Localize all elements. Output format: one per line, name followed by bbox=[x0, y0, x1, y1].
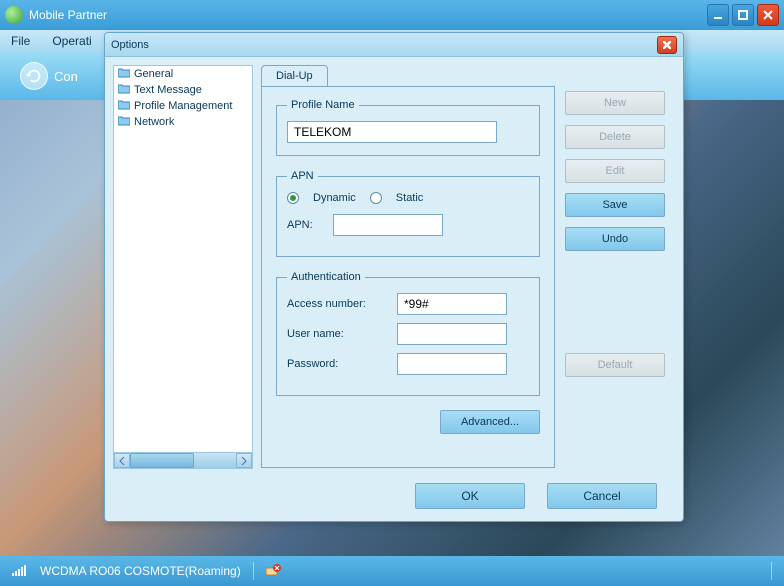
options-dialog: Options General Text Message Profile Man… bbox=[104, 32, 684, 522]
dialog-titlebar: Options bbox=[105, 33, 683, 57]
access-number-input[interactable]: *99# bbox=[397, 293, 507, 315]
username-label: User name: bbox=[287, 328, 387, 340]
status-separator bbox=[253, 562, 254, 580]
statusbar: WCDMA RO06 COSMOTE(Roaming) bbox=[0, 556, 784, 586]
profile-name-input[interactable]: TELEKOM bbox=[287, 121, 497, 143]
apn-label: APN: bbox=[287, 219, 323, 231]
dialup-form: Profile Name TELEKOM APN Dynamic Static bbox=[261, 86, 555, 468]
auth-legend: Authentication bbox=[287, 271, 365, 283]
delete-button[interactable]: Delete bbox=[565, 125, 665, 149]
new-button[interactable]: New bbox=[565, 91, 665, 115]
main-titlebar: Mobile Partner bbox=[0, 0, 784, 30]
apn-static-radio[interactable] bbox=[370, 192, 382, 204]
folder-icon bbox=[118, 84, 130, 97]
fieldset-apn: APN Dynamic Static APN: bbox=[276, 170, 540, 257]
side-buttons: New Delete Edit Save Undo Default bbox=[565, 65, 675, 469]
tab-dialup[interactable]: Dial-Up bbox=[261, 65, 328, 86]
scroll-right-button[interactable] bbox=[236, 453, 252, 468]
fieldset-profile-name: Profile Name TELEKOM bbox=[276, 99, 540, 156]
edit-button[interactable]: Edit bbox=[565, 159, 665, 183]
signal-icon bbox=[12, 564, 28, 579]
access-number-label: Access number: bbox=[287, 298, 387, 310]
ok-button[interactable]: OK bbox=[415, 483, 525, 509]
main-window: Mobile Partner File Operati Con WCDMA RO… bbox=[0, 0, 784, 586]
apn-input[interactable] bbox=[333, 214, 443, 236]
tree-item-text-message[interactable]: Text Message bbox=[114, 82, 252, 98]
dialog-close-button[interactable] bbox=[657, 36, 677, 54]
undo-button[interactable]: Undo bbox=[565, 227, 665, 251]
password-label: Password: bbox=[287, 358, 387, 370]
toolbar-connect-label: Con bbox=[54, 69, 78, 84]
status-separator-2 bbox=[771, 562, 772, 580]
disconnect-icon bbox=[266, 564, 282, 578]
folder-icon bbox=[118, 68, 130, 81]
scroll-thumb[interactable] bbox=[130, 453, 194, 468]
username-input[interactable] bbox=[397, 323, 507, 345]
default-button[interactable]: Default bbox=[565, 353, 665, 377]
folder-icon bbox=[118, 116, 130, 129]
apn-dynamic-label: Dynamic bbox=[313, 192, 356, 204]
tree-scrollbar[interactable] bbox=[114, 452, 252, 468]
apn-dynamic-radio[interactable] bbox=[287, 192, 299, 204]
dialog-footer: OK Cancel bbox=[105, 477, 683, 515]
refresh-icon bbox=[20, 62, 48, 90]
fieldset-authentication: Authentication Access number: *99# User n… bbox=[276, 271, 540, 396]
options-tree[interactable]: General Text Message Profile Management … bbox=[113, 65, 253, 469]
apn-static-label: Static bbox=[396, 192, 424, 204]
status-network: WCDMA RO06 COSMOTE(Roaming) bbox=[40, 564, 241, 578]
dialog-title: Options bbox=[111, 39, 657, 51]
menu-file[interactable]: File bbox=[5, 32, 36, 50]
tree-item-network[interactable]: Network bbox=[114, 114, 252, 130]
tree-item-general[interactable]: General bbox=[114, 66, 252, 82]
save-button[interactable]: Save bbox=[565, 193, 665, 217]
menu-operation[interactable]: Operati bbox=[46, 32, 97, 50]
app-title: Mobile Partner bbox=[29, 8, 707, 22]
maximize-button[interactable] bbox=[732, 4, 754, 26]
scroll-left-button[interactable] bbox=[114, 453, 130, 468]
close-button[interactable] bbox=[757, 4, 779, 26]
apn-legend: APN bbox=[287, 170, 318, 182]
cancel-button[interactable]: Cancel bbox=[547, 483, 657, 509]
password-input[interactable] bbox=[397, 353, 507, 375]
folder-icon bbox=[118, 100, 130, 113]
tree-item-profile-management[interactable]: Profile Management bbox=[114, 98, 252, 114]
profile-name-legend: Profile Name bbox=[287, 99, 359, 111]
toolbar-connect[interactable]: Con bbox=[20, 62, 78, 90]
advanced-button[interactable]: Advanced... bbox=[440, 410, 540, 434]
app-icon bbox=[5, 6, 23, 24]
scroll-track[interactable] bbox=[130, 453, 236, 468]
minimize-button[interactable] bbox=[707, 4, 729, 26]
